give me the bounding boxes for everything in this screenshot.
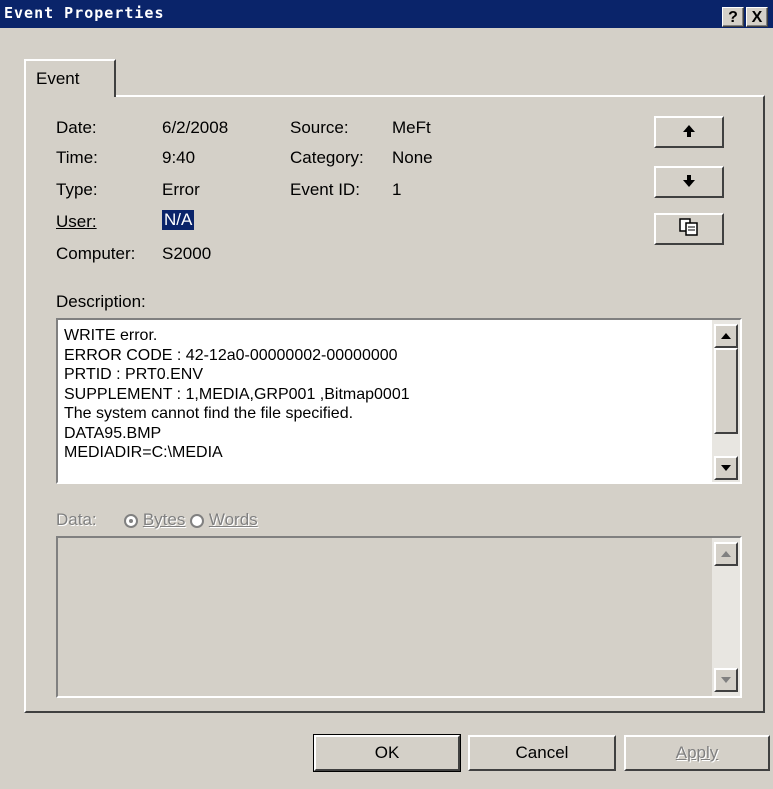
description-line: SUPPLEMENT : 1,MEDIA,GRP001 ,Bitmap0001 — [64, 385, 410, 403]
date-label: Date: — [56, 118, 97, 137]
category-value: None — [392, 148, 433, 167]
user-value[interactable]: N/A — [162, 210, 195, 230]
words-radio[interactable] — [190, 513, 205, 528]
next-event-button[interactable] — [654, 166, 724, 198]
type-label: Type: — [56, 180, 98, 199]
description-line: DATA95.BMP — [64, 424, 162, 442]
data-label: Data: — [56, 510, 97, 529]
bytes-radio[interactable] — [124, 513, 139, 528]
tab-event[interactable]: Event — [24, 59, 116, 97]
user-label: User: — [56, 212, 97, 231]
data-scroll-down-button — [714, 668, 738, 692]
data-scroll-up-button — [714, 542, 738, 566]
description-textbox[interactable]: WRITE error. ERROR CODE : 42-12a0-000000… — [56, 318, 742, 484]
scroll-down-button[interactable] — [714, 456, 738, 480]
cancel-button[interactable]: Cancel — [468, 735, 616, 771]
event-id-value: 1 — [392, 180, 402, 199]
apply-button[interactable]: Apply — [624, 735, 770, 771]
data-section-header: Data: Bytes Words — [56, 510, 258, 530]
computer-label: Computer: — [56, 244, 136, 263]
description-line: PRTID : PRT0.ENV — [64, 366, 203, 383]
copy-icon — [679, 217, 699, 241]
description-line: ERROR CODE : 42-12a0-00000002-00000000 — [64, 346, 398, 364]
arrow-down-icon — [682, 172, 696, 193]
category-label: Category: — [290, 148, 364, 167]
tab-event-label: Event — [36, 69, 80, 88]
description-scrollbar[interactable] — [712, 320, 740, 482]
description-label: Description: — [56, 292, 146, 311]
data-scrollbar — [712, 538, 740, 696]
description-line: WRITE error. — [64, 327, 158, 344]
source-value: MeFt — [392, 118, 431, 137]
time-label: Time: — [56, 148, 98, 167]
event-id-label: Event ID: — [290, 180, 360, 199]
title-bar[interactable]: Event Properties ? X — [0, 0, 773, 28]
arrow-up-icon — [682, 122, 696, 143]
words-radio-label: Words — [208, 510, 258, 529]
description-text: WRITE error. ERROR CODE : 42-12a0-000000… — [64, 326, 410, 463]
scroll-thumb[interactable] — [714, 348, 738, 434]
description-line: The system cannot find the file specifie… — [64, 405, 354, 422]
time-value: 9:40 — [162, 148, 196, 167]
date-value: 6/2/2008 — [162, 118, 229, 137]
type-value: Error — [162, 180, 200, 199]
bytes-radio-label: Bytes — [142, 510, 186, 529]
close-button[interactable]: X — [746, 7, 768, 27]
scroll-up-button[interactable] — [714, 324, 738, 348]
description-line: MEDIADIR=C:\MEDIA — [64, 444, 223, 461]
help-button[interactable]: ? — [722, 7, 744, 27]
data-textbox — [56, 536, 742, 698]
copy-button[interactable] — [654, 213, 724, 245]
window-title: Event Properties — [4, 4, 165, 22]
computer-value: S2000 — [162, 244, 212, 263]
source-label: Source: — [290, 118, 349, 137]
ok-button[interactable]: OK — [313, 734, 461, 772]
previous-event-button[interactable] — [654, 116, 724, 148]
